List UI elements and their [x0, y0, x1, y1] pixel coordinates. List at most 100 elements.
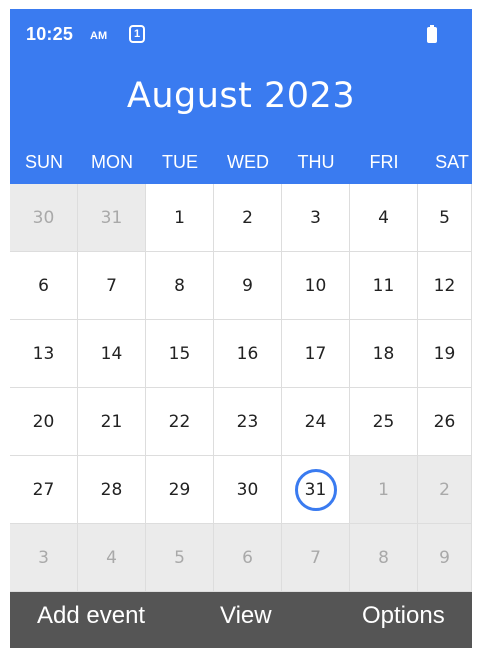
dow-sun: SUN: [24, 152, 63, 172]
day-cell[interactable]: 12: [418, 252, 472, 320]
day-number: 3: [38, 547, 49, 568]
day-number: 2: [439, 479, 450, 500]
add-event-button[interactable]: Add event: [37, 592, 145, 640]
month-title: August 2023: [126, 76, 356, 116]
day-number: 23: [236, 411, 259, 432]
day-cell[interactable]: 8: [350, 524, 418, 592]
day-cell[interactable]: 9: [418, 524, 472, 592]
day-cell[interactable]: 8: [146, 252, 214, 320]
day-cell[interactable]: 1: [350, 456, 418, 524]
day-cell[interactable]: 31: [78, 184, 146, 252]
day-number: 6: [38, 275, 49, 296]
day-cell[interactable]: 29: [146, 456, 214, 524]
calendar-header: 10:25 AM 1 August 2023 SUN MON TUE WED T…: [10, 9, 472, 184]
day-cell[interactable]: 27: [10, 456, 78, 524]
day-cell[interactable]: 4: [350, 184, 418, 252]
day-number: 12: [433, 275, 456, 296]
day-number: 11: [372, 275, 395, 296]
day-cell-today[interactable]: 31: [282, 456, 350, 524]
day-number: 30: [236, 479, 259, 500]
day-number: 9: [242, 275, 253, 296]
day-cell[interactable]: 15: [146, 320, 214, 388]
dow-wed: WED: [227, 152, 269, 172]
day-cell[interactable]: 1: [146, 184, 214, 252]
day-cell[interactable]: 24: [282, 388, 350, 456]
day-number: 5: [174, 547, 185, 568]
status-bar: 10:25 AM 1: [10, 9, 472, 53]
day-number: 20: [32, 411, 55, 432]
day-cell[interactable]: 10: [282, 252, 350, 320]
day-number: 13: [32, 343, 55, 364]
day-number: 3: [310, 207, 321, 228]
day-number: 26: [433, 411, 456, 432]
today-ring: 31: [294, 468, 337, 511]
day-number: 2: [242, 207, 253, 228]
day-cell[interactable]: 21: [78, 388, 146, 456]
day-number: 28: [100, 479, 123, 500]
softkey-bar: Add event View Options: [10, 592, 472, 648]
day-number: 8: [174, 275, 185, 296]
day-cell[interactable]: 20: [10, 388, 78, 456]
day-number: 1: [174, 207, 185, 228]
day-number: 25: [372, 411, 395, 432]
day-number: 24: [304, 411, 327, 432]
day-cell[interactable]: 2: [418, 456, 472, 524]
dow-fri: FRI: [369, 152, 399, 172]
day-number: 6: [242, 547, 253, 568]
day-cell[interactable]: 30: [10, 184, 78, 252]
day-cell[interactable]: 28: [78, 456, 146, 524]
day-cell[interactable]: 5: [418, 184, 472, 252]
status-time: 10:25: [26, 24, 74, 44]
day-cell[interactable]: 6: [10, 252, 78, 320]
day-number: 14: [100, 343, 123, 364]
day-cell[interactable]: 2: [214, 184, 282, 252]
battery-icon: [427, 25, 437, 43]
day-number: 5: [439, 207, 450, 228]
day-cell[interactable]: 17: [282, 320, 350, 388]
day-cell[interactable]: 7: [78, 252, 146, 320]
day-number: 15: [168, 343, 191, 364]
day-number: 31: [100, 207, 123, 228]
day-number: 29: [168, 479, 191, 500]
day-cell[interactable]: 4: [78, 524, 146, 592]
day-cell[interactable]: 11: [350, 252, 418, 320]
day-cell[interactable]: 7: [282, 524, 350, 592]
day-cell[interactable]: 14: [78, 320, 146, 388]
day-number: 30: [32, 207, 55, 228]
day-cell[interactable]: 26: [418, 388, 472, 456]
day-number: 9: [439, 547, 450, 568]
day-cell[interactable]: 3: [282, 184, 350, 252]
notification-count-icon: 1: [129, 25, 145, 43]
day-cell[interactable]: 16: [214, 320, 282, 388]
day-number: 10: [304, 275, 327, 296]
day-cell[interactable]: 5: [146, 524, 214, 592]
dow-sat: SAT: [435, 152, 469, 172]
day-cell[interactable]: 9: [214, 252, 282, 320]
day-cell[interactable]: 3: [10, 524, 78, 592]
day-cell[interactable]: 25: [350, 388, 418, 456]
day-number: 31: [304, 479, 327, 500]
day-cell[interactable]: 6: [214, 524, 282, 592]
day-number: 4: [378, 207, 389, 228]
day-cell[interactable]: 18: [350, 320, 418, 388]
view-button[interactable]: View: [220, 592, 272, 640]
day-cell[interactable]: 22: [146, 388, 214, 456]
day-cell[interactable]: 13: [10, 320, 78, 388]
day-number: 18: [372, 343, 395, 364]
day-cell[interactable]: 23: [214, 388, 282, 456]
dow-thu: THU: [297, 152, 335, 172]
dow-tue: TUE: [162, 152, 198, 172]
day-number: 22: [168, 411, 191, 432]
day-cell[interactable]: 19: [418, 320, 472, 388]
day-of-week-row: SUN MON TUE WED THU FRI SAT: [10, 147, 472, 184]
status-ampm: AM: [90, 30, 108, 42]
day-number: 27: [32, 479, 55, 500]
day-number: 4: [106, 547, 117, 568]
options-button[interactable]: Options: [362, 592, 445, 640]
day-cell[interactable]: 30: [214, 456, 282, 524]
day-number: 19: [433, 343, 456, 364]
day-number: 8: [378, 547, 389, 568]
day-number: 7: [106, 275, 117, 296]
dow-mon: MON: [91, 152, 133, 172]
day-number: 1: [378, 479, 389, 500]
